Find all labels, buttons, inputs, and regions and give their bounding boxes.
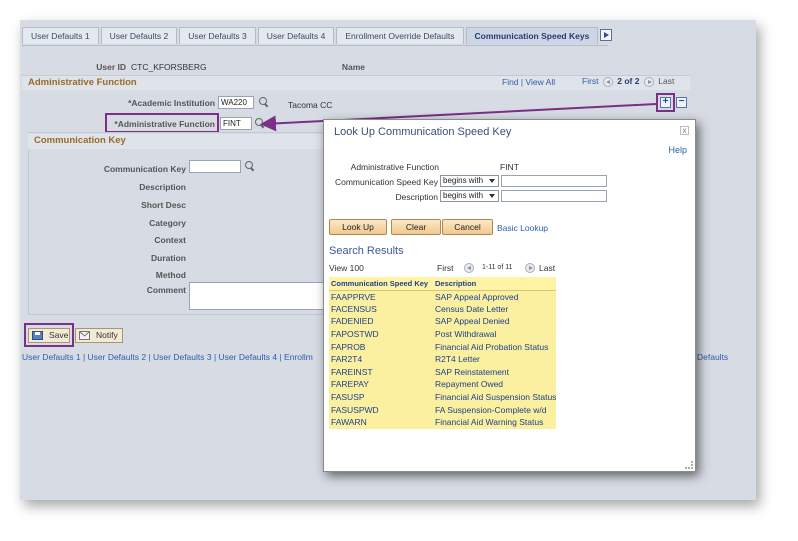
close-icon[interactable]: x	[680, 126, 689, 135]
speed-key-cell[interactable]: FAPOSTWD	[329, 327, 433, 341]
description-cell[interactable]: Financial Aid Suspension Status	[433, 390, 556, 404]
speed-key-cell[interactable]: FADENIED	[329, 315, 433, 328]
column-header-description: Description	[433, 277, 556, 291]
speed-key-cell[interactable]: FAPROB	[329, 340, 433, 353]
modal-admin-function-label: Administrative Function	[350, 162, 439, 172]
help-link[interactable]: Help	[668, 145, 687, 155]
description-cell[interactable]: Financial Aid Warning Status	[433, 415, 556, 429]
speed-key-cell[interactable]: FAAPPRVE	[329, 290, 433, 303]
speed-key-cell[interactable]: FAWARN	[329, 415, 433, 429]
table-row[interactable]: FAR2T4 R2T4 Letter	[329, 352, 556, 366]
results-first-link[interactable]: First	[437, 263, 454, 273]
previous-icon[interactable]	[464, 263, 474, 273]
description-cell[interactable]: SAP Reinstatement	[433, 365, 556, 379]
modal-description-label: Description	[395, 192, 438, 202]
table-row[interactable]: FAREINST SAP Reinstatement	[329, 365, 556, 379]
speed-key-cell[interactable]: FACENSUS	[329, 302, 433, 316]
results-table: Communication Speed Key Description FAAP…	[329, 277, 556, 429]
search-results-title: Search Results	[329, 245, 404, 257]
next-icon[interactable]	[525, 263, 535, 273]
description-cell[interactable]: Repayment Owed	[433, 378, 556, 391]
speed-key-cell[interactable]: FAREINST	[329, 365, 433, 379]
table-row[interactable]: FAREPAY Repayment Owed	[329, 378, 556, 391]
table-row[interactable]: FAAPPRVE SAP Appeal Approved	[329, 290, 556, 303]
description-cell[interactable]: SAP Appeal Denied	[433, 315, 556, 328]
clear-button[interactable]: Clear	[391, 219, 441, 235]
column-header-speed-key: Communication Speed Key	[329, 277, 433, 291]
description-cell[interactable]: R2T4 Letter	[433, 352, 556, 366]
lookup-button[interactable]: Look Up	[329, 219, 387, 235]
results-pager: View 100 First 1-11 of 11 Last	[329, 262, 556, 276]
modal-title: Look Up Communication Speed Key	[334, 126, 512, 138]
description-operator-select[interactable]: begins with	[440, 190, 499, 202]
speed-key-cell[interactable]: FAREPAY	[329, 378, 433, 391]
table-row[interactable]: FAWARN Financial Aid Warning Status	[329, 415, 556, 429]
speed-key-cell[interactable]: FASUSP	[329, 390, 433, 404]
table-row[interactable]: FAPROB Financial Aid Probation Status	[329, 340, 556, 353]
table-row[interactable]: FACENSUS Census Date Letter	[329, 302, 556, 316]
table-row[interactable]: FASUSP Financial Aid Suspension Status	[329, 390, 556, 404]
modal-admin-function-value: FINT	[500, 162, 519, 172]
results-header-row: Communication Speed Key Description	[329, 277, 556, 291]
speed-key-operator-select[interactable]: begins with	[440, 175, 499, 187]
resize-handle-icon[interactable]	[685, 461, 693, 469]
table-row[interactable]: FASUSPWD FA Suspension-Complete w/d	[329, 403, 556, 416]
description-cell[interactable]: Census Date Letter	[433, 302, 556, 316]
table-row[interactable]: FADENIED SAP Appeal Denied	[329, 315, 556, 328]
lookup-modal: Look Up Communication Speed Key x Help A…	[323, 119, 696, 472]
speed-key-input[interactable]	[501, 175, 607, 187]
table-row[interactable]: FAPOSTWD Post Withdrawal	[329, 327, 556, 341]
cancel-button[interactable]: Cancel	[442, 219, 493, 235]
results-last-link[interactable]: Last	[539, 263, 555, 273]
results-range: 1-11 of 11	[482, 264, 513, 271]
speed-key-cell[interactable]: FAR2T4	[329, 352, 433, 366]
description-cell[interactable]: Post Withdrawal	[433, 327, 556, 341]
view-100-link[interactable]: View 100	[329, 263, 364, 273]
description-cell[interactable]: Financial Aid Probation Status	[433, 340, 556, 353]
description-cell[interactable]: FA Suspension-Complete w/d	[433, 403, 556, 416]
modal-speed-key-label: Communication Speed Key	[334, 177, 438, 187]
speed-key-cell[interactable]: FASUSPWD	[329, 403, 433, 416]
description-input[interactable]	[501, 190, 607, 202]
basic-lookup-link[interactable]: Basic Lookup	[497, 223, 548, 233]
description-cell[interactable]: SAP Appeal Approved	[433, 290, 556, 303]
